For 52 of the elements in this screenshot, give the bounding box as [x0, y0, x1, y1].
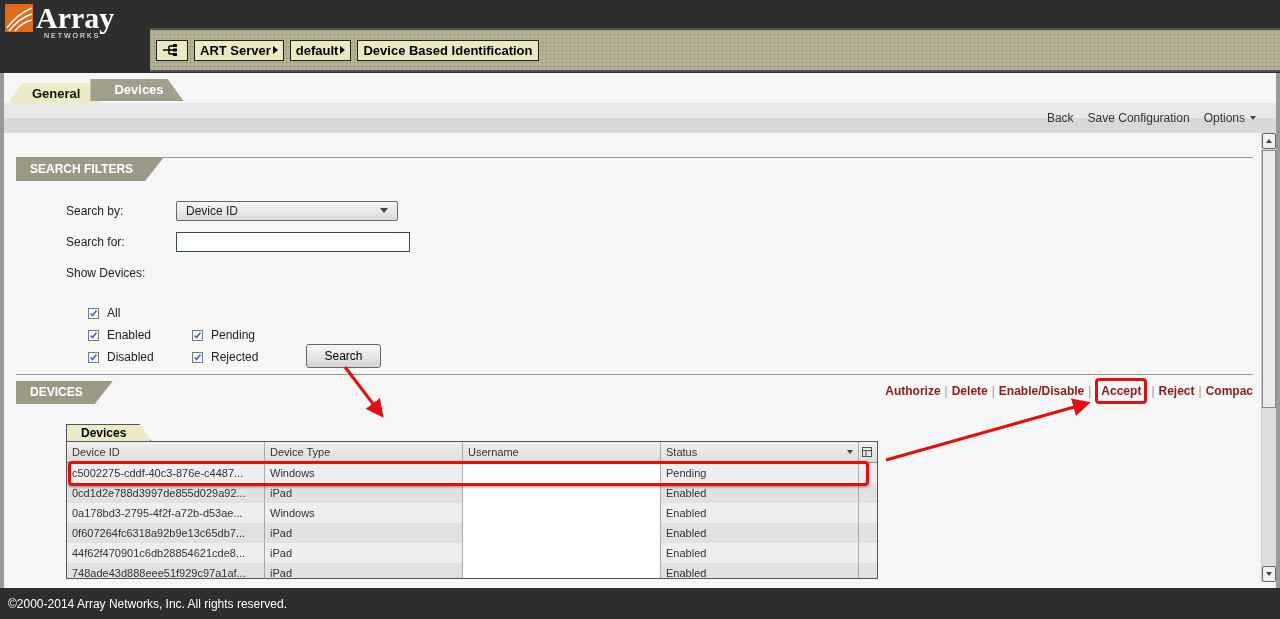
checkbox[interactable]: [192, 329, 203, 341]
checkbox-label: Enabled: [107, 328, 152, 342]
search-button[interactable]: Search: [306, 343, 381, 368]
table-cell: 748ade43d888eee51f929c97a1af...: [67, 563, 265, 578]
section-header: DEVICES: [16, 381, 113, 404]
scrollbar[interactable]: [1261, 133, 1276, 582]
toolbar-link[interactable]: Back: [1046, 111, 1074, 125]
action-link[interactable]: Compac: [1205, 384, 1253, 398]
search-for-field[interactable]: [176, 231, 410, 252]
tab[interactable]: General: [8, 83, 101, 103]
options-menu[interactable]: Options: [1203, 111, 1256, 125]
copyright-text: ©2000-2014 Array Networks, Inc. All rights reserved.: [8, 596, 287, 611]
separator-text: |: [1151, 384, 1155, 398]
checkbox[interactable]: [88, 307, 99, 319]
breadcrumb-item[interactable]: ART Server: [194, 39, 284, 61]
search-by-dropdown[interactable]: Device ID: [176, 200, 398, 221]
action-link[interactable]: Accept: [1095, 378, 1148, 404]
field-label: Search by:: [66, 203, 125, 218]
table-cell: Pending: [661, 463, 859, 483]
separator-text: |: [1198, 384, 1202, 398]
separator-text: |: [1088, 384, 1092, 398]
annotation-arrow: [343, 366, 384, 418]
checkbox-label: Pending: [211, 328, 256, 342]
action-link[interactable]: Reject: [1158, 384, 1195, 398]
checkbox-label: Rejected: [211, 350, 259, 364]
hierarchy-icon[interactable]: [156, 39, 188, 61]
toolbar-link[interactable]: Save Configuration: [1087, 111, 1190, 125]
separator-text: |: [991, 384, 995, 398]
field-label: Search for:: [66, 234, 126, 249]
action-link[interactable]: Authorize: [885, 384, 941, 398]
section-header: SEARCH FILTERS: [16, 158, 164, 181]
table-cell: c5002275-cddf-40c3-876e-c4487...: [67, 463, 265, 483]
column-header[interactable]: Username: [463, 442, 661, 462]
action-link[interactable]: Enable/Disable: [998, 384, 1085, 398]
logo-icon: [5, 4, 33, 32]
column-header[interactable]: Device Type: [265, 442, 463, 462]
column-header[interactable]: Status: [661, 442, 859, 462]
checkbox[interactable]: [88, 351, 99, 363]
checkbox[interactable]: [88, 329, 99, 341]
logo-wordmark: Array: [36, 4, 115, 32]
checkbox-label: Disabled: [107, 350, 154, 364]
table-tab[interactable]: Devices: [66, 424, 152, 441]
checkbox[interactable]: [192, 351, 203, 363]
separator-text: |: [944, 384, 948, 398]
breadcrumb-item[interactable]: default: [289, 39, 352, 61]
field-label: Show Devices:: [66, 265, 147, 280]
column-menu-icon[interactable]: [862, 447, 872, 457]
breadcrumb-item[interactable]: Device Based Identification: [357, 39, 539, 61]
action-link[interactable]: Delete: [951, 384, 988, 398]
checkbox-label: All: [107, 306, 121, 320]
column-header[interactable]: Device ID: [67, 442, 265, 462]
table-cell: Enabled: [661, 563, 859, 578]
